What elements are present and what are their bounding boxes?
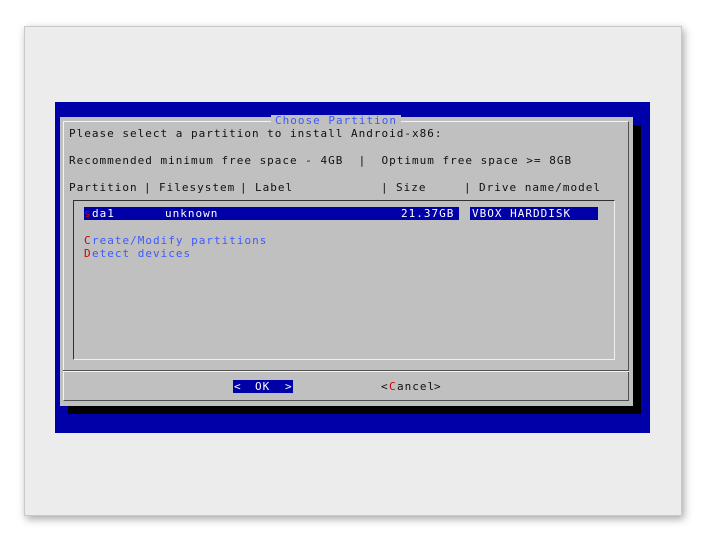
col-sep: | <box>381 181 389 194</box>
col-size: Size <box>396 181 427 194</box>
option-hotkey: C <box>84 234 92 247</box>
col-sep: | <box>464 181 472 194</box>
dialog-shadow-right <box>633 125 641 414</box>
cancel-bracket-left: < <box>381 380 389 393</box>
partition-drive: VBOX HARDDISK <box>472 207 572 220</box>
col-partition: Partition <box>69 181 138 194</box>
ok-bracket-right: > <box>285 380 293 393</box>
dialog-title: Choose Partition <box>271 115 401 127</box>
dialog-shadow-bottom <box>68 406 641 414</box>
option-label: etect devices <box>92 247 192 260</box>
partition-hotkey: s <box>84 207 92 220</box>
col-sep: | <box>144 181 152 194</box>
col-drive: Drive name/model <box>479 181 601 194</box>
partition-name: da1 <box>92 207 115 220</box>
cancel-label: ancel <box>397 380 436 393</box>
recommend-text: Recommended minimum free space - 4GB | O… <box>69 154 573 167</box>
ok-bracket-left: < <box>234 380 242 393</box>
ok-label: OK <box>255 380 271 393</box>
cancel-hotkey: C <box>389 380 397 393</box>
col-sep: | <box>240 181 248 194</box>
prompt-text: Please select a partition to install And… <box>69 127 443 140</box>
option-label: reate/Modify partitions <box>92 234 268 247</box>
partition-filesystem: unknown <box>165 207 219 220</box>
cancel-bracket-right: > <box>434 380 442 393</box>
button-separator <box>63 370 629 372</box>
partition-size: 21.37GB <box>401 207 455 220</box>
partition-list <box>73 200 615 360</box>
col-label: Label <box>255 181 294 194</box>
col-filesystem: Filesystem <box>159 181 236 194</box>
option-hotkey: D <box>84 247 92 260</box>
